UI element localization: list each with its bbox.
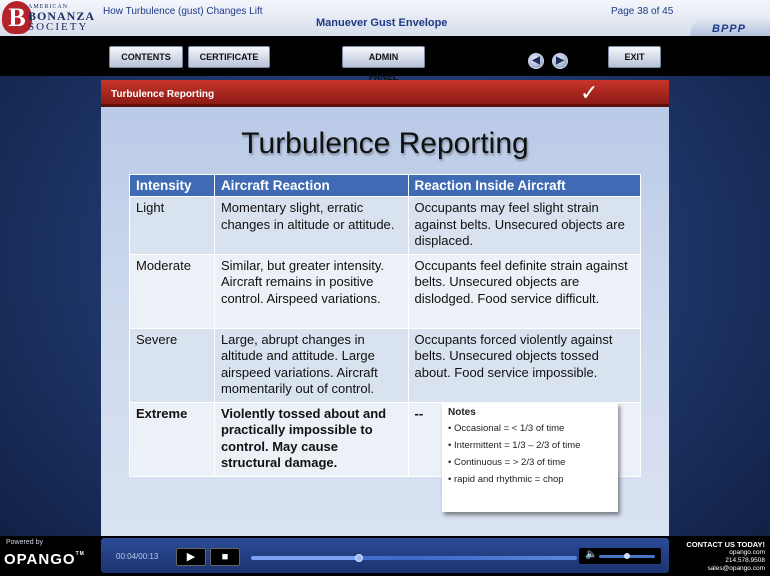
table-cell: Extreme <box>129 401 215 477</box>
opango-logo: OPANGOTM <box>4 551 85 568</box>
table-cell: Momentary slight, erratic changes in alt… <box>213 196 409 255</box>
page-indicator: Page 38 of 45 <box>611 6 674 17</box>
notes-item: • Intermittent = 1/3 – 2/3 of time <box>448 440 581 451</box>
media-player: 00:04/00:13 ▶ ■ 🔈 <box>101 538 669 573</box>
table-cell: Light <box>129 196 215 255</box>
contact-site[interactable]: opango.com <box>686 549 765 557</box>
footer-bar: Powered by OPANGOTM 00:04/00:13 ▶ ■ 🔈 CO… <box>0 536 770 576</box>
table-cell: Occupants feel definite strain against b… <box>407 253 642 329</box>
contact-phone: 214.578.9508 <box>725 557 765 564</box>
program-logo: BPPP <box>690 16 770 36</box>
opango-brand: OPANGO <box>4 551 76 568</box>
progress-handle[interactable] <box>354 554 363 562</box>
table-cell: Violently tossed about and practically i… <box>213 401 409 477</box>
contact-title: CONTACT US TODAY! <box>686 540 765 549</box>
notes-item: • Occasional = < 1/3 of time <box>448 423 565 434</box>
table-cell: Occupants forced violently against belts… <box>407 327 642 403</box>
table-cell: Similar, but greater intensity. Aircraft… <box>213 253 409 329</box>
contact-email[interactable]: sales@opango.com <box>686 565 765 573</box>
table-header-row: Intensity Aircraft Reaction Reaction Ins… <box>129 174 642 197</box>
arrow-left-icon[interactable]: ◀ <box>528 53 544 69</box>
table-cell: Moderate <box>129 253 215 329</box>
powered-by-label: Powered by <box>6 539 43 546</box>
header-reaction-inside: Reaction Inside Aircraft <box>407 174 642 197</box>
volume-control: 🔈 <box>579 548 661 564</box>
trademark-mark: TM <box>75 551 85 557</box>
progress-track[interactable] <box>251 554 577 562</box>
logo-line3: SOCIETY <box>28 21 89 33</box>
slide-title-bar: Turbulence Reporting ✓ <box>101 80 669 107</box>
table-row: Light Momentary slight, erratic changes … <box>129 196 642 255</box>
certificate-button[interactable]: CERTIFICATE <box>188 46 270 68</box>
progress-fill <box>251 556 359 560</box>
table-row: Severe Large, abrupt changes in altitude… <box>129 327 642 403</box>
admin-panel-button[interactable]: ADMIN PANEL <box>342 46 425 82</box>
society-logo: B AMERICAN BONANZA SOCIETY <box>2 1 94 34</box>
exit-button[interactable]: EXIT <box>608 46 661 68</box>
notes-item: • rapid and rhythmic = chop <box>448 474 564 485</box>
stop-icon[interactable]: ■ <box>210 548 240 566</box>
checkmark-icon: ✓ <box>580 80 599 105</box>
notes-title: Notes <box>448 407 476 418</box>
nav-bar: CONTENTS CERTIFICATE ADMIN PANEL ◀ ▶ EXI… <box>0 36 770 82</box>
table-cell: Severe <box>129 327 215 403</box>
header-intensity: Intensity <box>129 174 215 197</box>
table-row: Moderate Similar, but greater intensity.… <box>129 253 642 329</box>
logo-text: AMERICAN BONANZA SOCIETY <box>28 4 95 33</box>
slide-title: Turbulence Reporting <box>241 127 529 160</box>
volume-slider[interactable] <box>599 553 655 559</box>
slide-bar-title: Turbulence Reporting <box>111 89 215 100</box>
lesson-title: How Turbulence (gust) Changes Lift <box>103 6 263 17</box>
header-aircraft-reaction: Aircraft Reaction <box>213 174 409 197</box>
table-cell: Large, abrupt changes in altitude and at… <box>213 327 409 403</box>
table-cell: Occupants may feel slight strain against… <box>407 196 642 255</box>
volume-handle[interactable] <box>624 553 630 559</box>
notes-box: Notes • Occasional = < 1/3 of time • Int… <box>442 403 618 512</box>
header-bar: B AMERICAN BONANZA SOCIETY How Turbulenc… <box>0 0 770 36</box>
contact-info: CONTACT US TODAY! opango.com 214.578.950… <box>686 540 765 573</box>
course-title: Manuever Gust Envelope <box>316 17 448 29</box>
program-logo-text: BPPP <box>712 23 746 35</box>
notes-item: • Continuous = > 2/3 of time <box>448 457 566 468</box>
arrow-right-icon[interactable]: ▶ <box>552 53 568 69</box>
contents-button[interactable]: CONTENTS <box>109 46 183 68</box>
playback-time: 00:04/00:13 <box>116 552 159 561</box>
play-icon[interactable]: ▶ <box>176 548 206 566</box>
speaker-icon[interactable]: 🔈 <box>585 549 597 560</box>
